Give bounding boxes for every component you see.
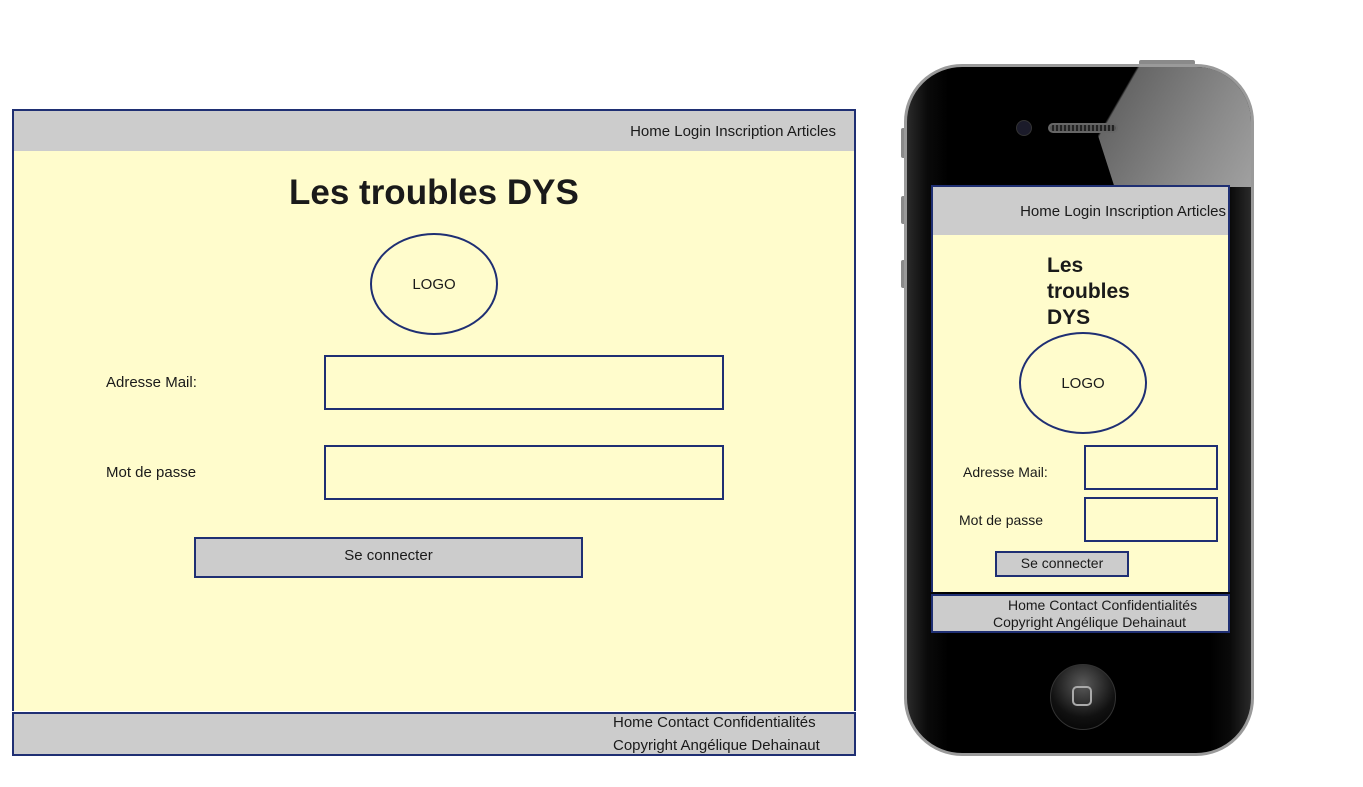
mobile-mail-label: Adresse Mail: (963, 464, 1048, 480)
desktop-login-button[interactable]: Se connecter (194, 537, 583, 578)
desktop-logo: LOGO (370, 233, 498, 335)
mobile-password-field[interactable] (1084, 497, 1218, 542)
mobile-page-title: Les troubles DYS (1047, 254, 1130, 329)
desktop-header-nav: Home Login Inscription Articles (12, 109, 856, 153)
desktop-copyright: Copyright Angélique Dehainaut (613, 737, 820, 754)
mobile-footer-links[interactable]: Home Contact Confidentialités (1008, 597, 1197, 613)
mobile-email-field[interactable] (1084, 445, 1218, 490)
desktop-content: Les troubles DYS LOGO Adresse Mail: Mot … (12, 151, 856, 711)
home-square-icon (1072, 686, 1092, 706)
mobile-mockup: Home Login Inscription Articles Les trou… (931, 185, 1230, 634)
mobile-logo: LOGO (1019, 332, 1147, 434)
desktop-password-label: Mot de passe (106, 464, 197, 481)
camera-icon (1016, 120, 1032, 136)
mobile-content: Les troubles DYS LOGO Adresse Mail: Mot … (931, 235, 1230, 592)
desktop-mockup: Home Login Inscription Articles Les trou… (12, 109, 856, 756)
desktop-password-field[interactable] (324, 445, 724, 500)
mobile-password-label: Mot de passe (959, 512, 1044, 528)
mobile-login-button[interactable]: Se connecter (995, 551, 1129, 577)
desktop-nav-links[interactable]: Home Login Inscription Articles (630, 123, 836, 140)
desktop-email-field[interactable] (324, 355, 724, 410)
mobile-footer: Home Contact Confidentialités Copyright … (931, 594, 1230, 633)
desktop-mail-label: Adresse Mail: (106, 374, 197, 391)
mobile-copyright: Copyright Angélique Dehainaut (993, 614, 1187, 630)
desktop-page-title: Les troubles DYS (289, 173, 579, 212)
desktop-footer-links[interactable]: Home Contact Confidentialités (613, 714, 816, 731)
mobile-nav-links[interactable]: Home Login Inscription Articles (1020, 203, 1226, 220)
mobile-header-nav: Home Login Inscription Articles (931, 185, 1230, 237)
speaker-icon (1048, 123, 1118, 133)
home-button[interactable] (1050, 664, 1116, 730)
desktop-footer: Home Contact Confidentialités Copyright … (12, 712, 856, 756)
